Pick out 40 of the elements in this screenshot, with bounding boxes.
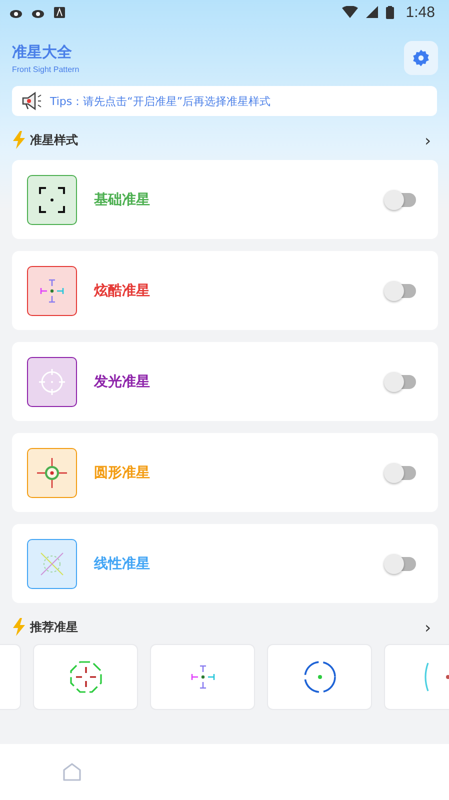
home-tab[interactable] [62,762,82,782]
toggle-switch[interactable] [384,554,418,574]
settings-button[interactable] [404,41,438,75]
more-link[interactable]: › [424,130,431,150]
lightning-icon [12,131,26,149]
tips-text: Tips：请先点击“开启准星”后再选择准星样式 [50,94,271,108]
style-name: 发光准星 [94,372,151,390]
crosshair-icon [68,660,102,694]
app-subtitle: Front Sight Pattern [12,64,80,74]
lightning-icon [12,618,26,636]
crosshair-card[interactable] [34,645,137,709]
style-name: 炫酷准星 [94,282,151,300]
toggle-switch[interactable] [384,190,418,210]
home-icon [62,762,82,782]
app-title: 准星大全 [12,42,73,62]
style-card[interactable]: 炫酷准星 [12,251,438,330]
wifi-icon [342,6,358,18]
toggle-switch[interactable] [384,280,418,300]
style-name: 圆形准星 [94,464,151,482]
toggle-switch[interactable] [384,462,418,482]
style-card[interactable]: 线性准星 [12,524,438,603]
more-link[interactable]: › [424,618,431,636]
settings-icon [412,49,430,67]
battery-icon [386,6,394,18]
section-title: 推荐准星 [30,618,79,636]
style-card[interactable]: 发光准星 [12,342,438,421]
signal-icon [366,6,378,18]
style-card[interactable]: 基础准星 [12,160,438,239]
status-time: 1:48 [406,4,435,20]
crosshair-card[interactable] [268,645,371,709]
crosshair-icon [302,660,336,694]
style-name: 线性准星 [94,554,151,572]
crosshair-icon [190,664,216,690]
crosshair-icon [422,660,449,694]
section-title: 准星样式 [30,132,79,148]
style-card[interactable]: 圆形准星 [12,433,438,512]
app-icon [54,6,65,18]
megaphone-icon [20,91,42,111]
toggle-switch[interactable] [384,372,418,392]
style-name: 基础准星 [94,190,151,208]
